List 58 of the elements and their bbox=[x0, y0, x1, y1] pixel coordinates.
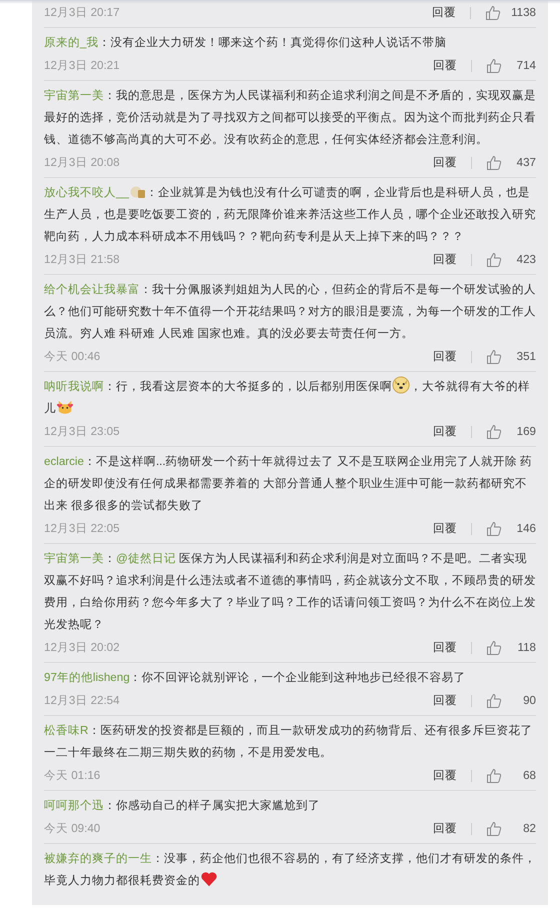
comment-text: 放心我不咬人__ ：企业就算是为钱也没有什么可谴责的啊，企业背后也是科研人员，也是生产人员，也是要吃饭要工资的，药无限降价谁来养活这些工作人员，哪个企业还敢投入研究靶向药，人力成本科研成本不用钱吗？？靶向药专利是从天上掉下来的吗？？？ bbox=[44, 184, 536, 245]
thumbs-up-icon[interactable] bbox=[486, 693, 502, 709]
reply-link[interactable]: 回覆 bbox=[433, 767, 457, 785]
thumbs-up-icon[interactable] bbox=[486, 640, 502, 656]
like-count: 1138 bbox=[511, 5, 536, 22]
reply-link[interactable]: 回覆 bbox=[433, 423, 457, 441]
like-count: 68 bbox=[522, 768, 536, 784]
like-count: 118 bbox=[516, 640, 536, 656]
comment-time: 12月3日 20:17 bbox=[44, 5, 120, 22]
comment-text: eclarcie：不是这样啊...药物研发一个药十年就得过去了 又不是互联网企业用完了人就开除 药企的研发即使没有任何成果都需要养着的 大部分普通人整个职业生涯中可能一款药都研究不出来 很多很多的尝试都失败了 bbox=[44, 454, 534, 514]
comment-text: 松香味R：医药研发的投资都是巨额的，而且一款研发成功的药物背后、还有很多斥巨资花了一二十年最终在二期三期失败的药物，不是用爱发电。 bbox=[44, 723, 534, 761]
thumbs-up-icon[interactable] bbox=[485, 5, 502, 21]
heart-emoji-icon bbox=[200, 870, 218, 888]
comment-time: 12月3日 22:54 bbox=[44, 693, 120, 710]
reply-link[interactable]: 回覆 bbox=[432, 4, 456, 22]
like-count: 146 bbox=[516, 521, 536, 538]
comment-time: 12月3日 20:08 bbox=[44, 155, 120, 172]
thumbs-up-icon[interactable] bbox=[486, 58, 502, 74]
comment-time: 今天 09:40 bbox=[44, 821, 100, 838]
comment-text: 给个机会让我暴富：我十分佩服谈判姐姐为人民的心，但药企的背后不是每一个研发试验的人么？他们可能研究数十年不值得一个开花结果吗？对方的眼泪是要流，为每一个研发的工作人员流。穷人难 科研难 人民难 国家也难。真的没必要去苛责任何一方。 bbox=[44, 282, 536, 342]
comment-time: 12月3日 20:21 bbox=[44, 58, 120, 74]
thumbs-up-icon[interactable] bbox=[486, 155, 502, 171]
like-count: 82 bbox=[522, 821, 536, 838]
comment-time: 今天 00:46 bbox=[44, 349, 100, 366]
like-count: 90 bbox=[522, 693, 536, 710]
thumbs-up-icon[interactable] bbox=[486, 768, 502, 784]
comment-text: 呐听我说啊：行，我看这层资本的大爷挺多的，以后都别用医保啊 ，大爷就得有大爷的样儿 bbox=[44, 376, 536, 420]
comment-time: 今天 01:16 bbox=[44, 768, 100, 784]
thumbs-up-icon[interactable] bbox=[486, 521, 502, 537]
comment-time: 12月3日 21:58 bbox=[44, 252, 120, 268]
comment-time: 12月3日 20:02 bbox=[44, 640, 120, 656]
comment-text: 被嫌弃的爽子的一生：没事，药企他们也很不容易的，有了经济支撑，他们才有研发的条件，毕竟人力物力都很耗费资金的 bbox=[44, 851, 536, 890]
comment-text: 呵呵那个迅：你感动自己的样子属实把大家尴尬到了 bbox=[44, 798, 321, 814]
dog-emoji-icon bbox=[392, 376, 410, 394]
comment-time: 12月3日 23:05 bbox=[44, 424, 120, 440]
comment-text: 原来的_我：没有企业大力研发！哪来这个药！真觉得你们这种人说话不带脑 bbox=[44, 35, 448, 51]
comment-text: 宇宙第一美：@徒然日记 医保方为人民谋福利和药企求利润是对立面吗？不是吧。二者实现双赢不好吗？追求利润是什么违法或者不道德的事情吗，药企就该分文不取，不顾昂贵的研发费用，白给你用药？您今年多大了？毕业了吗？工作的话请问领工资吗？为什么不在岗位上发光发热呢？ bbox=[44, 551, 536, 633]
thumbs-up-icon[interactable] bbox=[486, 252, 502, 268]
reply-link[interactable]: 回覆 bbox=[433, 251, 457, 269]
thumbs-up-icon[interactable] bbox=[486, 821, 502, 837]
like-count: 351 bbox=[516, 349, 536, 366]
thumbs-up-icon[interactable] bbox=[486, 424, 502, 440]
like-count: 437 bbox=[516, 155, 536, 172]
thumbs-up-icon[interactable] bbox=[486, 349, 502, 365]
reply-link[interactable]: 回覆 bbox=[433, 348, 457, 366]
comment-time: 12月3日 22:05 bbox=[44, 521, 120, 538]
reply-link[interactable]: 回覆 bbox=[433, 57, 457, 75]
comment-text: 97年的他lisheng：你不回评论就别评论，一个企业能到这种地步已经很不容易了 bbox=[44, 670, 467, 686]
cat-emoji-icon bbox=[56, 398, 74, 416]
reply-link[interactable]: 回覆 bbox=[433, 639, 457, 657]
like-count: 423 bbox=[516, 252, 536, 268]
reply-link[interactable]: 回覆 bbox=[433, 692, 457, 710]
like-count: 714 bbox=[516, 58, 536, 74]
reply-link[interactable]: 回覆 bbox=[433, 520, 457, 538]
comment-text: 宇宙第一美：我的意思是，医保方为人民谋福利和药企追求利润之间是不矛盾的，实现双赢是最好的选择，竞价活动就是为了寻找双方之间都可以接受的平衡点。因为这个而批判药企只看钱、道德不够高尚真的大可不必。没有吹药企的意思，任何实体经济都会注意利润。 bbox=[44, 88, 536, 148]
reply-link[interactable]: 回覆 bbox=[433, 820, 457, 838]
reply-link[interactable]: 回覆 bbox=[433, 154, 457, 172]
like-count: 169 bbox=[516, 424, 536, 440]
